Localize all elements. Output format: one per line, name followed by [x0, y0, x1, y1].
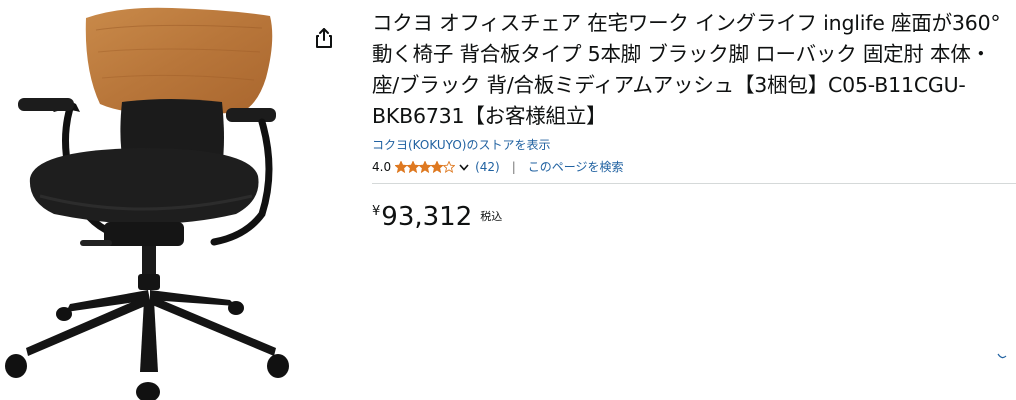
- star-icon: [407, 161, 420, 173]
- tax-note: 税込: [480, 210, 503, 223]
- product-title: コクヨ オフィスチェア 在宅ワーク イングライフ inglife 座面が360°…: [372, 11, 1001, 128]
- product-image[interactable]: [0, 0, 300, 400]
- scroll-indicator-icon: [997, 353, 1007, 359]
- share-icon: [316, 28, 332, 48]
- search-page-link[interactable]: このページを検索: [528, 159, 624, 175]
- rating-row: 4.0 (42) | このページを検索: [372, 159, 1012, 175]
- separator: |: [511, 160, 516, 174]
- rating-value: 4.0: [372, 160, 392, 174]
- rating-count-link[interactable]: (42): [475, 159, 500, 175]
- chevron-down-icon[interactable]: [459, 163, 469, 171]
- star-icon: [431, 161, 444, 173]
- divider: [372, 183, 1016, 184]
- price-symbol: ¥: [372, 204, 381, 219]
- product-info: コクヨ オフィスチェア 在宅ワーク イングライフ inglife 座面が360°…: [372, 8, 1012, 175]
- chair-image: [5, 7, 289, 400]
- store-link[interactable]: コクヨ(KOKUYO)のストアを表示: [372, 136, 1012, 154]
- star-icon: [419, 161, 432, 173]
- star-icon: [443, 161, 456, 173]
- star-icon: [395, 161, 408, 173]
- price: ¥ 93,312 税込: [372, 200, 502, 234]
- star-rating[interactable]: [395, 161, 456, 173]
- share-button[interactable]: [312, 24, 336, 52]
- price-value: 93,312: [381, 202, 473, 232]
